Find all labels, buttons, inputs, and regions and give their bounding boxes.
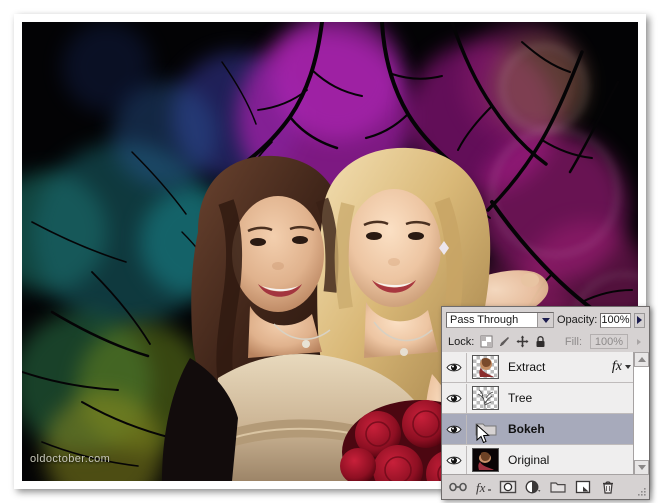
group-folder-icon[interactable] xyxy=(472,417,499,441)
layer-row[interactable]: Tree xyxy=(442,383,635,414)
link-layers-icon[interactable] xyxy=(447,477,469,497)
add-layer-style-icon[interactable]: fx xyxy=(472,477,494,497)
fill-label: Fill: xyxy=(564,335,582,348)
fx-icon: fx xyxy=(611,359,622,374)
layer-name: Extract xyxy=(508,360,546,374)
delete-layer-icon[interactable] xyxy=(597,477,619,497)
lock-transparency-icon[interactable] xyxy=(480,335,493,348)
lock-position-icon[interactable] xyxy=(516,335,529,348)
blend-mode-select[interactable]: Pass Through xyxy=(446,312,554,328)
chevron-down-icon[interactable] xyxy=(625,365,631,369)
layer-thumbnail[interactable] xyxy=(472,448,499,472)
opacity-input[interactable]: 100% xyxy=(600,312,631,328)
resize-grip-icon[interactable] xyxy=(637,487,647,497)
opacity-label: Opacity: xyxy=(557,314,598,326)
visibility-toggle[interactable] xyxy=(442,445,467,475)
visibility-toggle[interactable] xyxy=(442,352,467,382)
layer-list-scrollbar[interactable] xyxy=(633,352,649,475)
blend-mode-value: Pass Through xyxy=(450,314,519,326)
visibility-toggle[interactable] xyxy=(442,414,467,444)
layer-thumbnail[interactable] xyxy=(472,386,499,410)
lock-label: Lock: xyxy=(448,335,475,348)
layer-thumbnail[interactable] xyxy=(472,355,499,379)
layer-effects-indicator[interactable]: fx xyxy=(612,359,635,375)
layer-name: Original xyxy=(508,453,550,467)
layer-row[interactable]: Original xyxy=(442,445,635,475)
svg-text:fx: fx xyxy=(476,480,486,495)
layer-name: Tree xyxy=(508,391,533,405)
layer-list[interactable]: Extract fx Tree Bokeh Original xyxy=(442,352,635,475)
lock-all-icon[interactable] xyxy=(534,335,547,348)
lock-image-pixels-icon[interactable] xyxy=(498,335,511,348)
fill-stepper-icon[interactable] xyxy=(633,334,645,349)
chevron-up-icon[interactable] xyxy=(634,352,649,367)
layer-name: Bokeh xyxy=(508,422,545,436)
layer-row[interactable]: Extract fx xyxy=(442,352,635,383)
screenshot-root: oldoctober.com Pass Through Opacity: 100… xyxy=(0,0,660,503)
fill-input[interactable]: 100% xyxy=(590,334,628,349)
opacity-stepper-icon[interactable] xyxy=(633,312,645,328)
chevron-down-icon[interactable] xyxy=(634,460,649,475)
visibility-toggle[interactable] xyxy=(442,383,467,413)
new-group-icon[interactable] xyxy=(547,477,569,497)
add-layer-mask-icon[interactable] xyxy=(497,477,519,497)
lock-row: Lock: Fill: 100% xyxy=(442,332,649,354)
new-layer-icon[interactable] xyxy=(572,477,594,497)
layer-row[interactable]: Bokeh xyxy=(442,414,635,445)
watermark-text: oldoctober.com xyxy=(30,453,111,465)
chevron-down-icon[interactable] xyxy=(537,313,553,327)
new-adjustment-layer-icon[interactable] xyxy=(522,477,544,497)
layers-panel[interactable]: Pass Through Opacity: 100% Lock: Fill: 1… xyxy=(441,306,650,500)
blend-opacity-row: Pass Through Opacity: 100% xyxy=(442,307,649,332)
layers-panel-footer: fx xyxy=(442,474,649,499)
